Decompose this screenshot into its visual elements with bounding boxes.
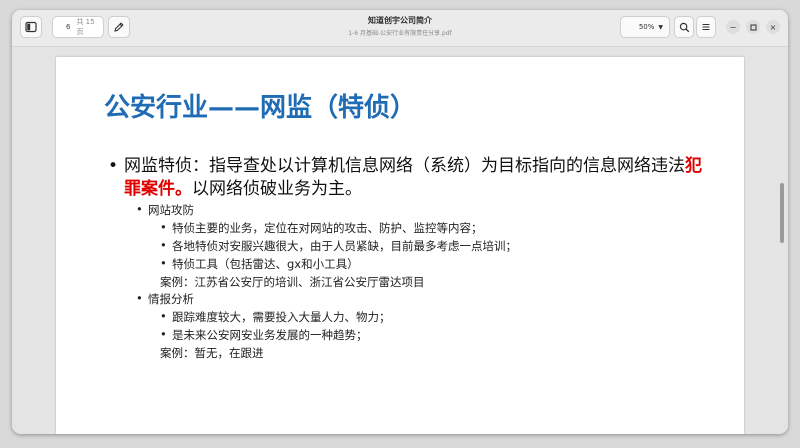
- window-title-block: 知道创宇公司简介 1-6 月基础-公安行业有限责任分享.pdf: [212, 15, 588, 37]
- search-button[interactable]: [674, 16, 694, 38]
- hamburger-icon: [702, 23, 710, 31]
- zoom-dropdown[interactable]: 50% ▼: [620, 16, 670, 38]
- search-icon: [679, 22, 689, 32]
- bullet-dot: •: [160, 238, 167, 252]
- page-number-field[interactable]: 6 共 15 页: [52, 16, 104, 38]
- maximize-button[interactable]: [746, 20, 760, 34]
- vertical-scrollbar[interactable]: [780, 183, 784, 243]
- slide-title: 公安行业——网监（特侦）: [104, 93, 417, 123]
- close-icon: ×: [769, 22, 777, 32]
- list-item-text: 是未来公安网安业务发展的一种趋势；: [172, 328, 368, 342]
- total-pages: 共 15 页: [76, 18, 95, 36]
- bullet-dot: •: [160, 327, 167, 341]
- minimize-icon: −: [729, 22, 737, 32]
- sidebar-icon: [25, 21, 37, 33]
- header-bar: 6 共 15 页 知道创宇公司简介 1-6 月基础-公安行业有限责任分享.pdf…: [12, 10, 788, 47]
- bullet-dot: •: [108, 156, 119, 176]
- section-heading-text: 情报分析: [148, 292, 194, 306]
- section-heading: • 情报分析: [136, 291, 194, 307]
- pdf-page: 公安行业——网监（特侦） • 网监特侦：指导查处以计算机信息网络（系统）为目标指…: [56, 57, 744, 434]
- pen-icon: [114, 22, 124, 32]
- bullet-dot: •: [136, 202, 143, 216]
- list-item: • 各地特侦对安服兴趣很大，由于人员紧缺，目前最多考虑一点培训；: [160, 238, 517, 254]
- main-bullet-text: 网监特侦：指导查处以计算机信息网络（系统）为目标指向的信息网络违法: [124, 156, 685, 176]
- case-note: 案例：江苏省公安厅的培训、浙江省公安厅雷达项目: [160, 275, 425, 289]
- case-note: 案例：暂无，在跟进: [160, 346, 264, 360]
- list-item: • 是未来公安网安业务发展的一种趋势；: [160, 327, 368, 343]
- bullet-dot: •: [160, 256, 167, 270]
- list-item: • 特侦主要的业务，定位在对网站的攻击、防护、监控等内容；: [160, 220, 483, 236]
- list-item-text: 跟踪难度较大，需要投入大量人力、物力；: [172, 310, 391, 324]
- sidebar-toggle-button[interactable]: [20, 16, 42, 38]
- zoom-level: 50%: [638, 23, 655, 31]
- current-page-number[interactable]: 6: [53, 23, 70, 31]
- list-item: • 跟踪难度较大，需要投入大量人力、物力；: [160, 309, 391, 325]
- document-area[interactable]: 公安行业——网监（特侦） • 网监特侦：指导查处以计算机信息网络（系统）为目标指…: [12, 47, 788, 434]
- maximize-icon: [750, 24, 756, 30]
- list-item-text: 各地特侦对安服兴趣很大，由于人员紧缺，目前最多考虑一点培训；: [172, 239, 517, 253]
- document-viewer-window: 6 共 15 页 知道创宇公司简介 1-6 月基础-公安行业有限责任分享.pdf…: [12, 10, 788, 434]
- section-heading: • 网站攻防: [136, 202, 194, 218]
- section-heading-text: 网站攻防: [148, 203, 194, 217]
- list-item-text: 特侦工具（包括雷达、gx和小工具）: [172, 257, 359, 271]
- close-button[interactable]: ×: [766, 20, 780, 34]
- main-bullet: • 网监特侦：指导查处以计算机信息网络（系统）为目标指向的信息网络违法犯罪案件。…: [108, 155, 708, 201]
- chevron-down-icon: ▼: [658, 23, 663, 31]
- minimize-button[interactable]: −: [726, 20, 740, 34]
- bullet-dot: •: [160, 220, 167, 234]
- annotate-button[interactable]: [108, 16, 130, 38]
- main-bullet-suffix: 以网络侦破业务为主。: [192, 179, 362, 199]
- bullet-dot: •: [136, 291, 143, 305]
- bullet-dot: •: [160, 309, 167, 323]
- window-subtitle: 1-6 月基础-公安行业有限责任分享.pdf: [348, 30, 452, 37]
- window-title: 知道创宇公司简介: [368, 16, 432, 25]
- list-item: • 特侦工具（包括雷达、gx和小工具）: [160, 256, 359, 272]
- list-item-text: 特侦主要的业务，定位在对网站的攻击、防护、监控等内容；: [172, 221, 483, 235]
- menu-button[interactable]: [696, 16, 716, 38]
